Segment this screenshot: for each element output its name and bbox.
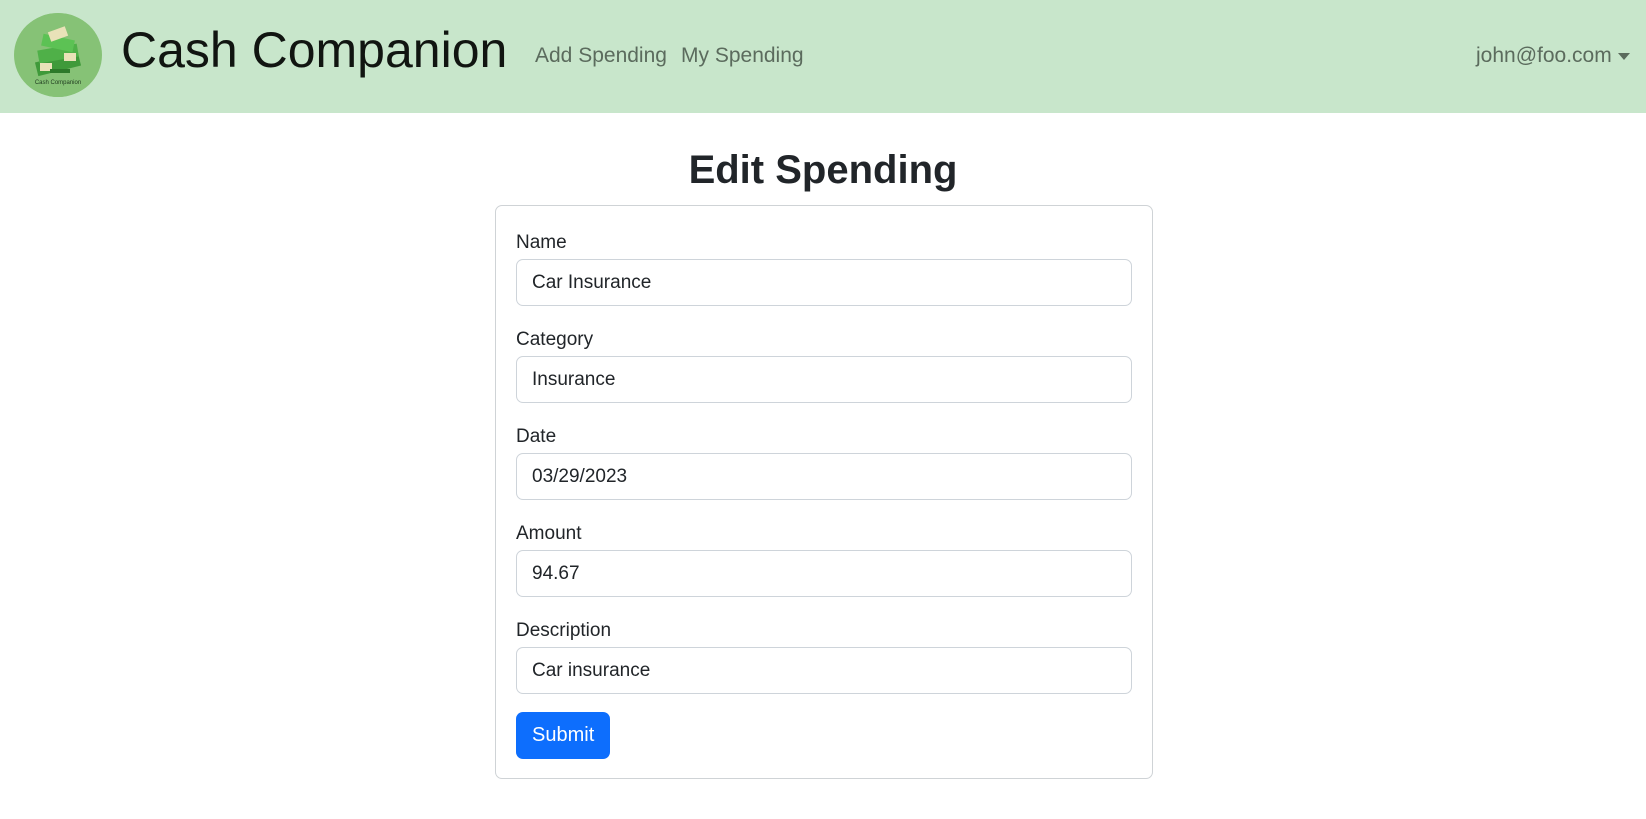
date-label: Date	[516, 426, 557, 447]
navbar: Cash Companion Cash Companion Add Spendi…	[0, 0, 1646, 113]
amount-label: Amount	[516, 523, 582, 544]
money-stack-icon: Cash Companion	[16, 13, 100, 97]
nav-add-spending[interactable]: Add Spending	[535, 44, 667, 68]
name-input[interactable]	[516, 259, 1132, 306]
nav-my-spending[interactable]: My Spending	[681, 44, 804, 68]
category-field-group: Category	[516, 327, 1132, 403]
description-input[interactable]	[516, 647, 1132, 694]
amount-input[interactable]	[516, 550, 1132, 597]
submit-button[interactable]: Submit	[516, 712, 611, 759]
page-title: Edit Spending	[688, 148, 958, 192]
category-label: Category	[516, 329, 594, 350]
date-field-group: Date	[516, 424, 1132, 500]
description-label: Description	[516, 620, 612, 641]
user-email: john@foo.com	[1476, 44, 1612, 67]
edit-spending-form: Name Category Date Amount Description Su…	[495, 205, 1153, 779]
amount-field-group: Amount	[516, 521, 1132, 597]
user-menu-dropdown[interactable]: john@foo.com	[1476, 44, 1630, 68]
brand-title[interactable]: Cash Companion	[121, 21, 507, 79]
svg-text:Cash Companion: Cash Companion	[35, 80, 81, 86]
cash-companion-logo[interactable]: Cash Companion	[14, 13, 102, 97]
name-label: Name	[516, 232, 567, 253]
date-input[interactable]	[516, 453, 1132, 500]
caret-down-icon	[1617, 52, 1630, 60]
description-field-group: Description	[516, 618, 1132, 694]
name-field-group: Name	[516, 230, 1132, 306]
category-input[interactable]	[516, 356, 1132, 403]
